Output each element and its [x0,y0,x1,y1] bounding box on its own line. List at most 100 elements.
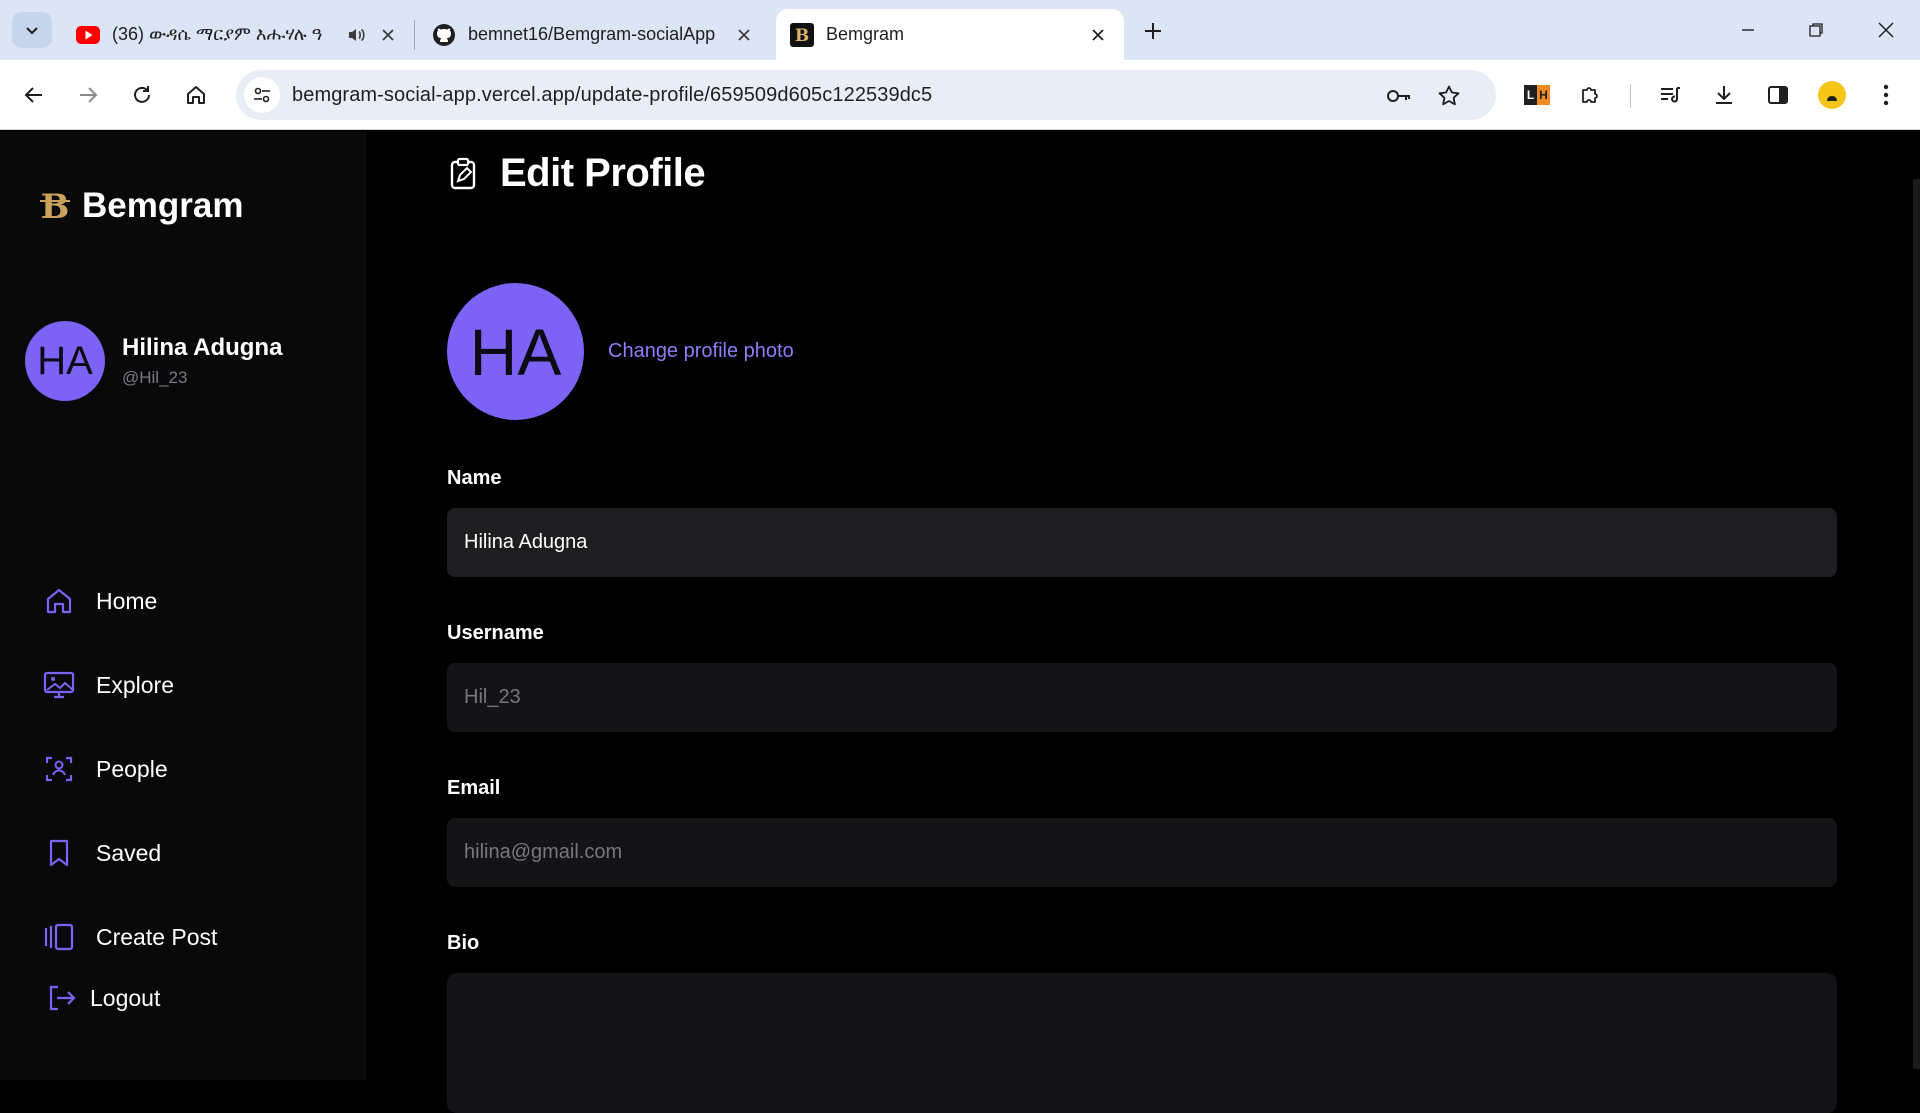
home-button[interactable] [178,77,214,113]
user-meta: Hilina Adugna @Hil_23 [122,334,282,388]
restore-button[interactable] [1798,12,1834,48]
minimize-icon [1742,29,1754,31]
close-icon[interactable] [376,23,400,47]
profile-avatar-icon [1818,81,1846,109]
lighthouse-extension-icon[interactable]: LH [1519,77,1555,113]
sidebar-item-label: Home [96,587,158,614]
media-control-icon[interactable] [1652,77,1688,113]
svg-text:B: B [795,26,809,46]
close-icon[interactable] [1086,23,1110,47]
sidebar-item-create-post[interactable]: Create Post [20,907,340,967]
tab-youtube[interactable]: (36) ውዳሴ ማርያም እሑሃሉ ዓ [62,9,414,60]
bio-textarea[interactable] [447,973,1837,1113]
tab-bemgram[interactable]: B Bemgram [776,9,1124,60]
scrollbar[interactable] [1913,179,1920,1069]
avatar: HA [25,321,105,401]
close-window-button[interactable] [1868,12,1904,48]
address-bar[interactable]: bemgram-social-app.vercel.app/update-pro… [236,70,1496,120]
field-label: Username [447,622,544,644]
site-info-button[interactable] [244,77,280,113]
gallery-icon [42,920,76,954]
user-handle: @Hil_23 [122,368,188,387]
plus-icon [1145,23,1161,39]
sidebar-nav: Home Explore People Saved Create Post [20,571,340,991]
brand-name: Bemgram [82,186,244,225]
close-icon [1878,22,1894,38]
side-panel-icon[interactable] [1760,77,1796,113]
home-icon [187,86,205,104]
chevron-down-icon [26,27,38,35]
new-tab-button[interactable] [1138,16,1168,46]
name-field: Name Hilina Adugna [447,467,1837,577]
tune-icon [254,87,270,103]
username-input[interactable]: Hil_23 [447,663,1837,732]
explore-icon [42,668,76,702]
bemgram-icon: B [790,22,814,47]
more-vert-icon [1883,84,1889,106]
change-photo-link[interactable]: Change profile photo [608,340,794,363]
reload-button[interactable] [124,77,160,113]
bookmark-star-icon[interactable] [1436,83,1462,109]
sidebar-item-saved[interactable]: Saved [20,823,340,883]
logout-label: Logout [90,984,161,1011]
profile-avatar-button[interactable] [1814,77,1850,113]
tab-title: bemnet16/Bemgram-socialApp [468,24,716,44]
field-label: Name [447,467,502,489]
back-button[interactable] [16,77,52,113]
url-text[interactable]: bemgram-social-app.vercel.app/update-pro… [292,84,932,107]
sidebar-item-home[interactable]: Home [20,571,340,631]
downloads-icon[interactable] [1706,77,1742,113]
brand-logo-link[interactable]: B Bemgram [34,185,243,227]
sidebar-item-people[interactable]: People [20,739,340,799]
user-name: Hilina Adugna [122,334,283,361]
tab-search-button[interactable] [12,12,52,48]
extensions-puzzle-icon[interactable] [1573,77,1609,113]
toolbar-divider [1630,84,1631,108]
sidebar-item-explore[interactable]: Explore [20,655,340,715]
edit-profile-main: Edit Profile HA Change profile photo Nam… [366,131,1920,1113]
bio-field: Bio [447,932,1837,1113]
email-field: Email hilina@gmail.com [447,777,1837,887]
tab-title: Bemgram [826,24,905,44]
field-label: Email [447,777,501,799]
edit-profile-icon [446,157,480,191]
browser-tab-strip: (36) ውዳሴ ማርያም እሑሃሉ ዓ bemnet16/Bemgram-so… [0,0,1920,60]
browser-toolbar: bemgram-social-app.vercel.app/update-pro… [0,60,1920,130]
browser-menu-button[interactable] [1868,77,1904,113]
restore-icon [1809,23,1823,37]
bookmark-icon [42,836,76,870]
user-profile-link[interactable]: HA Hilina Adugna @Hil_23 [25,321,282,401]
tab-divider [414,20,415,50]
speaker-icon[interactable] [344,23,368,47]
home-icon [42,584,76,618]
email-input[interactable]: hilina@gmail.com [447,818,1837,887]
svg-text:B: B [41,187,70,227]
profile-photo-row: HA Change profile photo [447,283,794,420]
tab-title: (36) ውዳሴ ማርያም እሑሃሉ ዓ [112,24,323,44]
sidebar-item-label: Explore [96,671,174,698]
password-key-icon[interactable] [1386,83,1412,109]
arrow-right-icon [80,87,98,103]
tab-github[interactable]: bemnet16/Bemgram-socialApp [418,9,770,60]
people-icon [42,752,76,786]
youtube-icon [76,23,100,47]
sidebar-item-label: Create Post [96,923,218,950]
left-sidebar: B Bemgram HA Hilina Adugna @Hil_23 Home … [0,131,366,1080]
username-field: Username Hil_23 [447,622,1837,732]
forward-button[interactable] [70,77,106,113]
arrow-left-icon [24,87,42,103]
minimize-button[interactable] [1730,12,1766,48]
bemgram-logo-icon: B [34,185,76,227]
close-icon[interactable] [732,23,756,47]
logout-button[interactable]: Logout [44,981,160,1015]
page-heading: Edit Profile [500,151,706,195]
name-input[interactable]: Hilina Adugna [447,508,1837,577]
reload-icon [134,86,150,103]
github-icon [432,23,456,47]
sidebar-item-label: Saved [96,839,162,866]
avatar[interactable]: HA [447,283,584,420]
sidebar-item-label: People [96,755,168,782]
page-title: Edit Profile [446,151,706,196]
field-label: Bio [447,932,480,954]
logout-icon [44,981,78,1015]
